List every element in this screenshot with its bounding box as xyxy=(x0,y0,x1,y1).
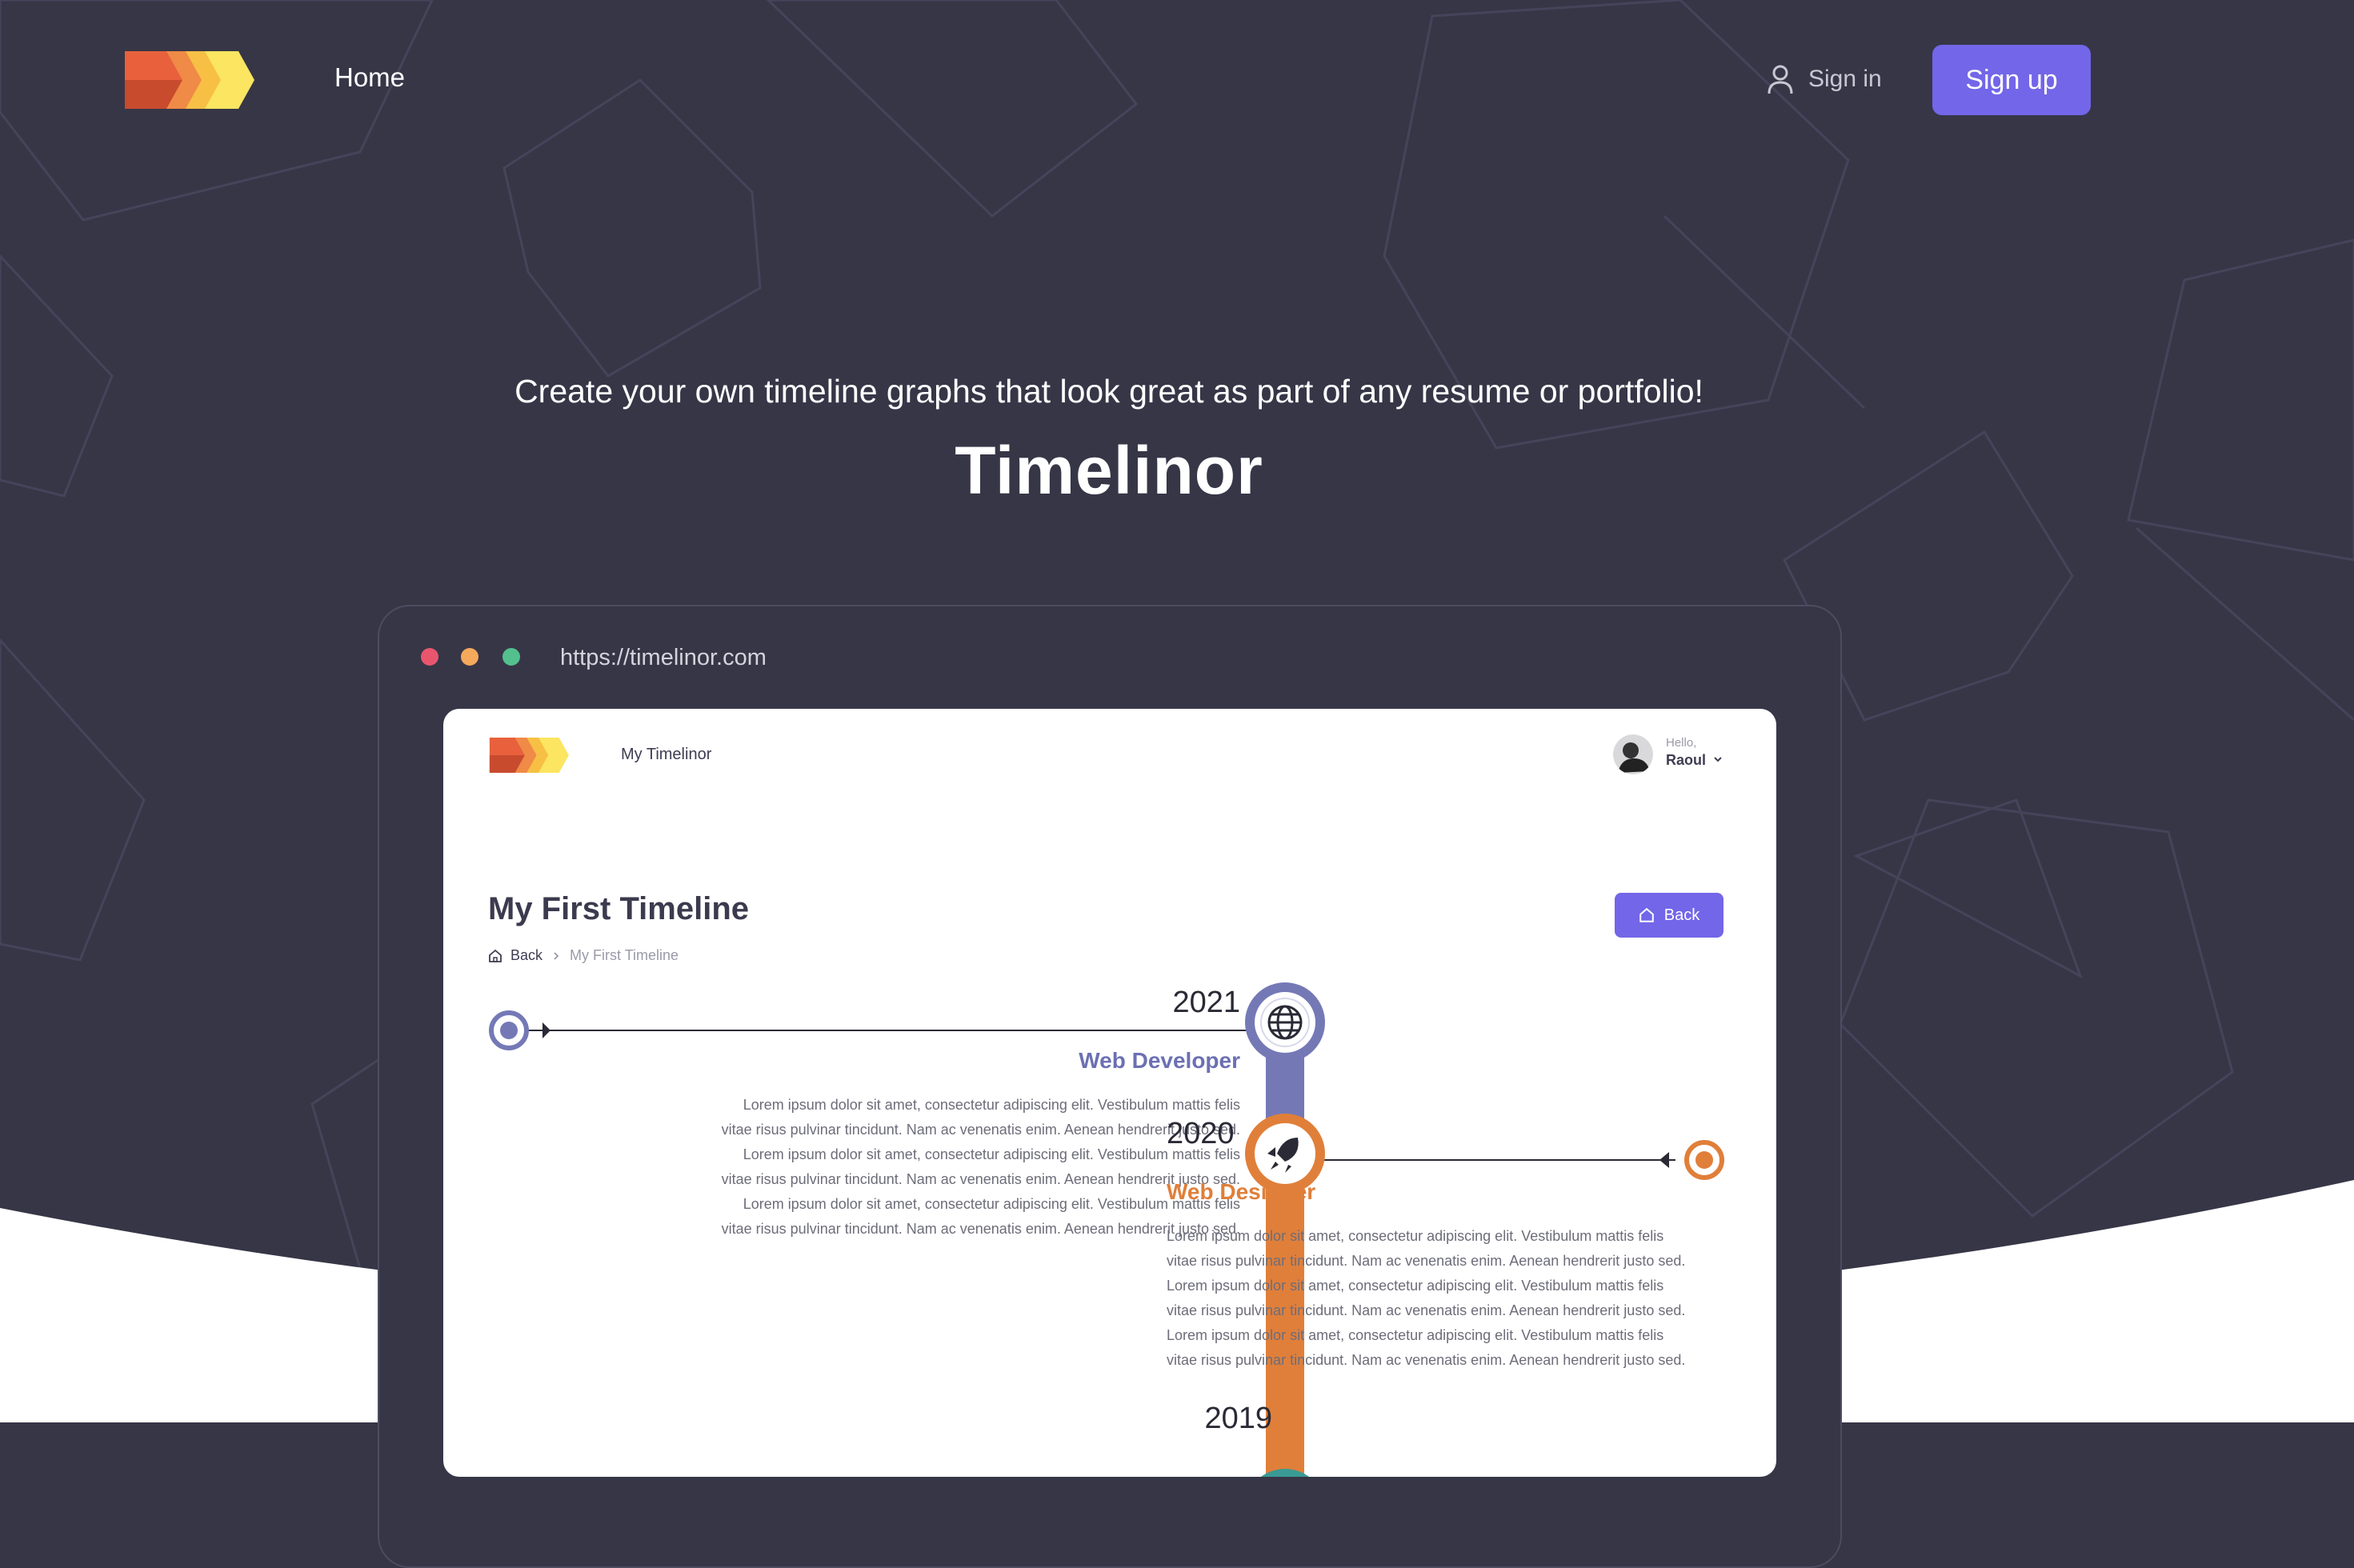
timeline-role: Web Designer xyxy=(1167,1179,1316,1204)
window-minimize-dot xyxy=(461,648,478,666)
window-close-dot xyxy=(421,648,438,666)
timeline-description: Lorem ipsum dolor sit amet, consectetur … xyxy=(721,1097,1240,1237)
window-maximize-dot xyxy=(502,648,520,666)
timeline-description: Lorem ipsum dolor sit amet, consectetur … xyxy=(1167,1228,1686,1368)
signup-button[interactable]: Sign up xyxy=(1932,45,2091,115)
timeline-year: 2019 xyxy=(1204,1402,1272,1435)
timelinor-logo[interactable] xyxy=(125,51,256,109)
timeline-endpoint xyxy=(489,1010,529,1050)
app-preview: My Timelinor Hello, Raoul My First Timel… xyxy=(443,709,1776,1477)
nav-home-link[interactable]: Home xyxy=(334,62,405,93)
timeline-endpoint xyxy=(1684,1140,1724,1180)
timeline-arrow xyxy=(542,1022,550,1038)
browser-url: https://timelinor.com xyxy=(560,645,767,670)
timeline-node-2019 xyxy=(1261,1469,1309,1477)
user-icon xyxy=(1768,65,1793,94)
hero-subtitle: Create your own timeline graphs that loo… xyxy=(514,373,1703,410)
timeline-year: 2020 xyxy=(1167,1117,1235,1150)
hero-title: Timelinor xyxy=(955,433,1263,508)
timeline-node-2021 xyxy=(1245,982,1325,1062)
timeline-role: Web Developer xyxy=(1079,1048,1240,1073)
timeline-arrow xyxy=(1659,1152,1669,1168)
timeline-year: 2021 xyxy=(1172,986,1240,1019)
signin-label: Sign in xyxy=(1808,66,1882,92)
signin-link[interactable]: Sign in xyxy=(1767,64,1882,94)
